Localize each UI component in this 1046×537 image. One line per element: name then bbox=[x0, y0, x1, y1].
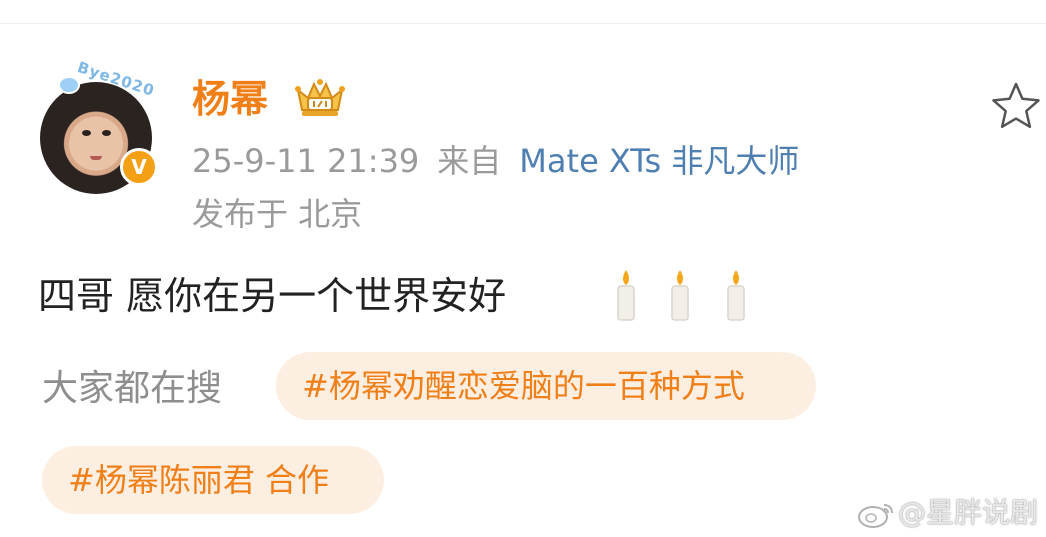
trending-search-label: 大家都在搜 bbox=[42, 368, 223, 409]
verified-badge-icon: V bbox=[120, 148, 158, 186]
vip-crown-icon[interactable] bbox=[294, 76, 346, 120]
trending-tag-1[interactable]: #杨幂劝醒恋爱脑的一百种方式 bbox=[276, 352, 816, 420]
weibo-logo-icon bbox=[858, 504, 893, 528]
avatar-frame-decoration bbox=[60, 78, 78, 92]
username[interactable]: 杨幂 bbox=[192, 74, 268, 124]
avatar[interactable]: Bye2020 V bbox=[38, 58, 158, 194]
candle-icon-2 bbox=[671, 270, 689, 321]
favorite-star-icon[interactable] bbox=[990, 80, 1042, 132]
candle-icon-1 bbox=[617, 270, 635, 321]
weibo-post: Bye2020 V 杨幂 25-9-11 21:39 来自 Mate XTs 非凡大… bbox=[0, 0, 1046, 537]
post-meta: 25-9-11 21:39 来自 Mate XTs 非凡大师 bbox=[192, 140, 799, 182]
from-label: 来自 bbox=[437, 142, 502, 180]
device-link[interactable]: Mate XTs 非凡大师 bbox=[519, 142, 799, 180]
watermark-text: @星胖说剧 bbox=[898, 496, 1039, 529]
trending-tag-2[interactable]: #杨幂陈丽君 合作 bbox=[42, 446, 384, 514]
post-location: 发布于 北京 bbox=[192, 195, 363, 233]
top-divider bbox=[0, 23, 1046, 24]
candle-icon-3 bbox=[727, 270, 745, 321]
post-text: 四哥 愿你在另一个世界安好 bbox=[38, 274, 507, 318]
post-time: 25-9-11 21:39 bbox=[192, 142, 420, 180]
candle-icon bbox=[617, 270, 745, 321]
watermark: @星胖说剧 bbox=[856, 496, 1038, 530]
